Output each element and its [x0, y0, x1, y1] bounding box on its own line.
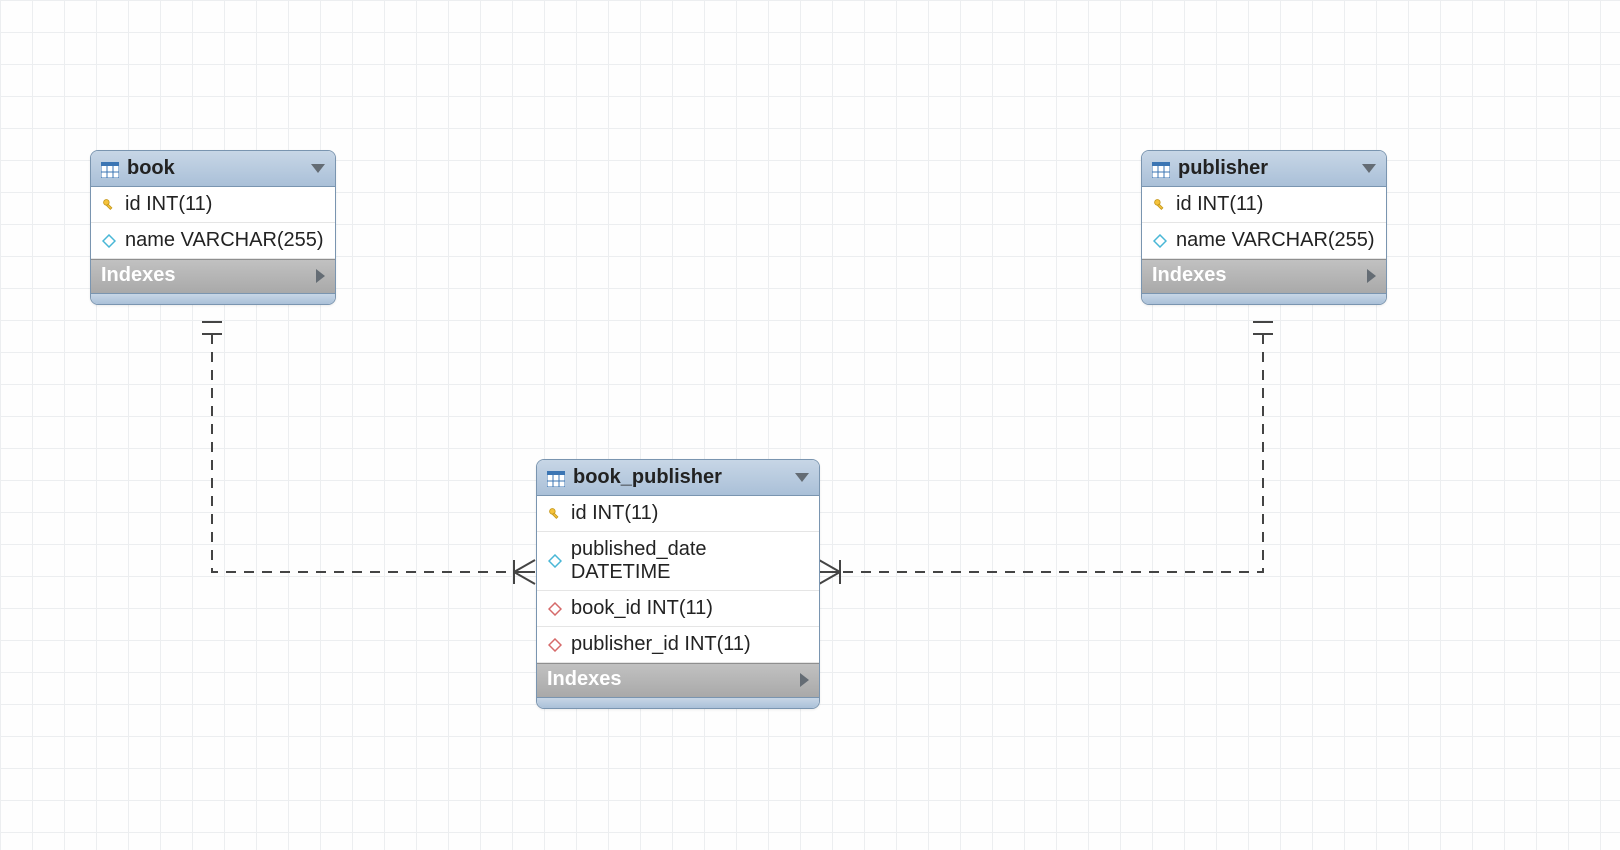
table-icon — [1152, 161, 1170, 177]
column-row[interactable]: id INT(11) — [91, 187, 335, 223]
entity-title: book_publisher — [573, 466, 787, 489]
primary-key-icon — [101, 197, 117, 213]
column-row[interactable]: publisher_id INT(11) — [537, 627, 819, 663]
foreign-key-icon — [547, 637, 563, 653]
entity-header[interactable]: book — [91, 151, 335, 187]
entity-book_publisher[interactable]: book_publisher id INT(11) published_date… — [536, 459, 820, 709]
entity-header[interactable]: book_publisher — [537, 460, 819, 496]
erd-relationships — [0, 0, 1620, 850]
column-text: id INT(11) — [571, 502, 658, 525]
indexes-label: Indexes — [547, 668, 621, 691]
expand-icon[interactable] — [1367, 269, 1376, 283]
relation-publisher-to-book_publisher — [819, 322, 1273, 584]
table-icon — [101, 161, 119, 177]
indexes-label: Indexes — [101, 264, 175, 287]
column-icon — [101, 233, 117, 249]
entity-publisher[interactable]: publisher id INT(11) name VARCHAR(255) I… — [1141, 150, 1387, 305]
expand-icon[interactable] — [800, 673, 809, 687]
column-row[interactable]: published_date DATETIME — [537, 532, 819, 591]
collapse-icon[interactable] — [311, 164, 325, 173]
indexes-section[interactable]: Indexes — [1142, 259, 1386, 293]
entity-header[interactable]: publisher — [1142, 151, 1386, 187]
indexes-section[interactable]: Indexes — [91, 259, 335, 293]
column-row[interactable]: id INT(11) — [537, 496, 819, 532]
column-row[interactable]: name VARCHAR(255) — [1142, 223, 1386, 259]
entity-title: publisher — [1178, 157, 1354, 180]
entity-footer — [91, 293, 335, 304]
primary-key-icon — [547, 506, 563, 522]
entity-footer — [537, 697, 819, 708]
indexes-section[interactable]: Indexes — [537, 663, 819, 697]
column-row[interactable]: name VARCHAR(255) — [91, 223, 335, 259]
primary-key-icon — [1152, 197, 1168, 213]
column-text: id INT(11) — [125, 193, 212, 216]
entity-book[interactable]: book id INT(11) name VARCHAR(255) Indexe… — [90, 150, 336, 305]
column-icon — [1152, 233, 1168, 249]
column-icon — [547, 553, 563, 569]
column-row[interactable]: id INT(11) — [1142, 187, 1386, 223]
relation-book-to-book_publisher — [202, 322, 535, 584]
column-text: published_date DATETIME — [571, 538, 809, 584]
column-text: name VARCHAR(255) — [1176, 229, 1375, 252]
entity-footer — [1142, 293, 1386, 304]
indexes-label: Indexes — [1152, 264, 1226, 287]
collapse-icon[interactable] — [1362, 164, 1376, 173]
expand-icon[interactable] — [316, 269, 325, 283]
column-text: book_id INT(11) — [571, 597, 713, 620]
column-text: publisher_id INT(11) — [571, 633, 751, 656]
collapse-icon[interactable] — [795, 473, 809, 482]
column-text: id INT(11) — [1176, 193, 1263, 216]
foreign-key-icon — [547, 601, 563, 617]
column-row[interactable]: book_id INT(11) — [537, 591, 819, 627]
column-text: name VARCHAR(255) — [125, 229, 324, 252]
table-icon — [547, 470, 565, 486]
entity-title: book — [127, 157, 303, 180]
